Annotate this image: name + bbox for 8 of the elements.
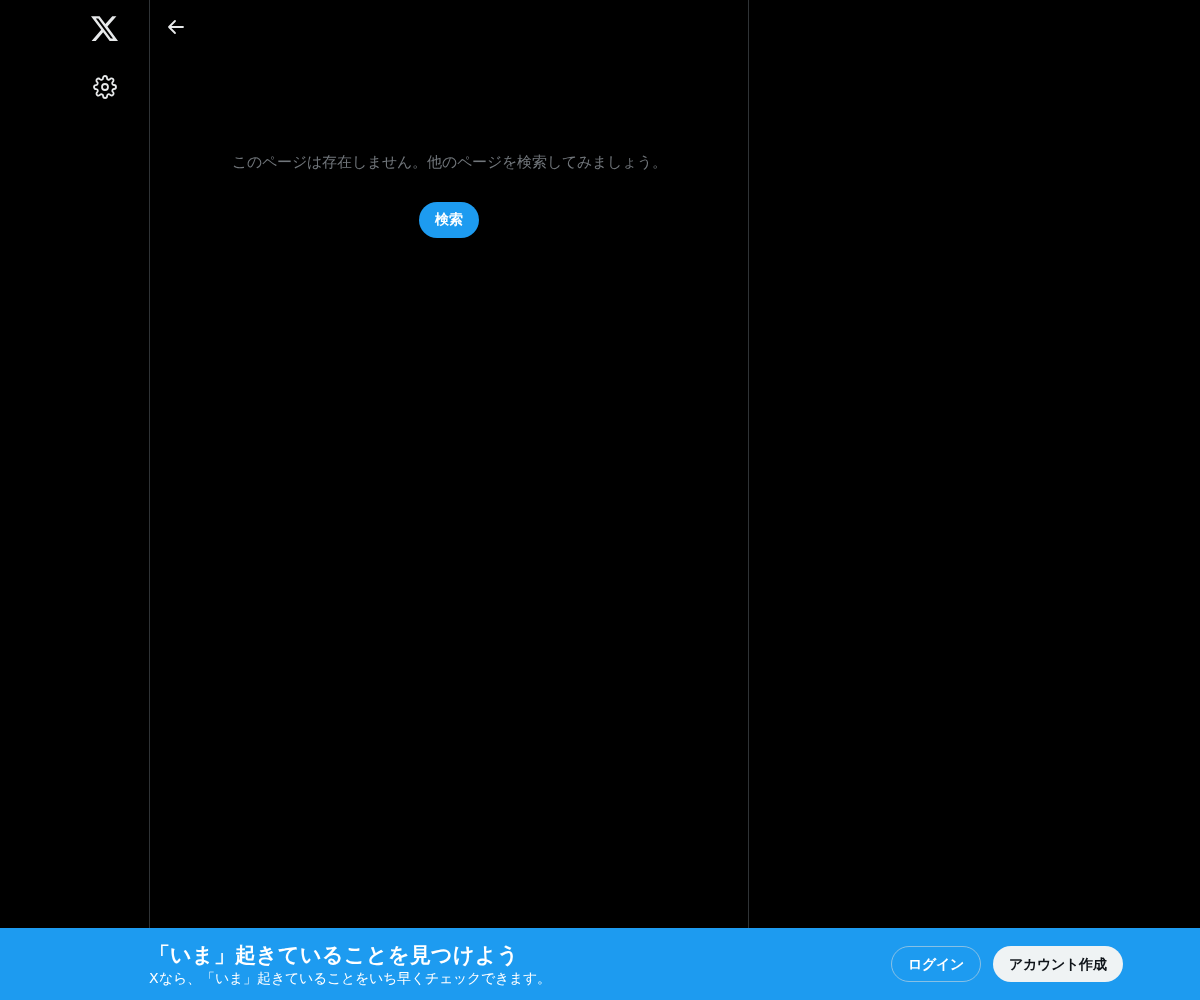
banner-subtitle: Xなら、「いま」起きていることをいち早くチェックできます。 — [149, 969, 551, 987]
settings-icon[interactable] — [92, 75, 117, 99]
back-arrow-icon[interactable] — [166, 17, 186, 37]
x-logo-icon[interactable] — [91, 15, 118, 41]
not-found-message: このページは存在しません。他のページを検索してみましょう。 — [231, 152, 667, 173]
search-button[interactable]: 検索 — [419, 201, 479, 238]
banner-title: 「いま」起きていることを見つけよう — [149, 942, 520, 969]
signup-button[interactable]: アカウント作成 — [993, 946, 1123, 982]
